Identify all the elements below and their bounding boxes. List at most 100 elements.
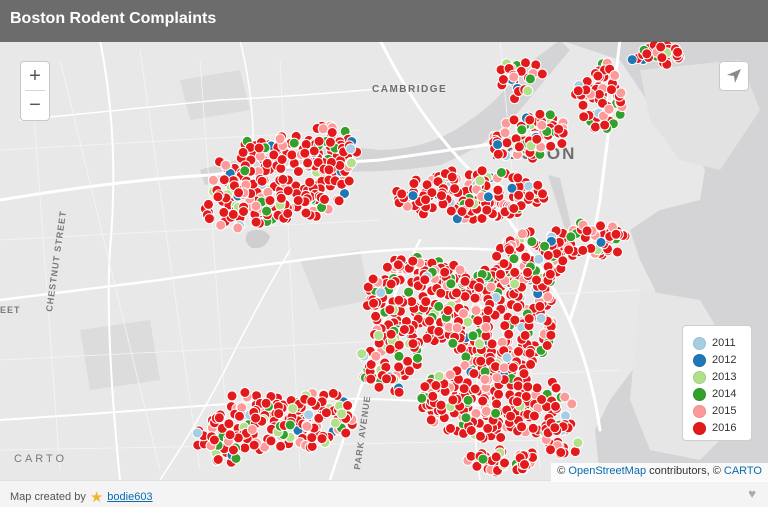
complaint-marker[interactable] xyxy=(577,244,589,256)
complaint-marker[interactable] xyxy=(239,165,251,177)
complaint-marker[interactable] xyxy=(208,434,220,446)
complaint-marker[interactable] xyxy=(203,198,214,210)
heart-icon[interactable]: ♥ xyxy=(748,486,756,501)
complaint-marker[interactable] xyxy=(520,251,532,263)
complaint-marker[interactable] xyxy=(385,278,397,290)
map-canvas[interactable]: CAMBRIDGE BOSTON CHESTNUT STREET EET PAR… xyxy=(0,0,768,480)
complaint-marker[interactable] xyxy=(656,52,668,64)
complaint-marker[interactable] xyxy=(501,352,513,364)
complaint-marker[interactable] xyxy=(232,222,244,234)
complaint-marker[interactable] xyxy=(577,99,589,111)
complaint-marker[interactable] xyxy=(524,114,536,126)
complaint-marker[interactable] xyxy=(215,219,227,231)
carto-logo[interactable]: CARTO xyxy=(14,453,67,465)
complaint-marker[interactable] xyxy=(477,453,489,465)
complaint-marker[interactable] xyxy=(465,425,477,436)
complaint-marker[interactable] xyxy=(276,154,288,165)
complaint-marker[interactable] xyxy=(384,343,396,355)
complaint-marker[interactable] xyxy=(485,281,497,293)
complaint-marker[interactable] xyxy=(300,207,312,219)
complaint-marker[interactable] xyxy=(238,206,249,217)
complaint-marker[interactable] xyxy=(486,338,498,350)
complaint-marker[interactable] xyxy=(403,286,415,298)
complaint-marker[interactable] xyxy=(482,305,494,316)
complaint-marker[interactable] xyxy=(526,236,538,248)
complaint-marker[interactable] xyxy=(329,417,341,429)
complaint-marker[interactable] xyxy=(512,301,523,313)
complaint-marker[interactable] xyxy=(449,183,461,195)
complaint-marker[interactable] xyxy=(408,178,420,189)
complaint-marker[interactable] xyxy=(273,408,285,420)
complaint-marker[interactable] xyxy=(433,325,445,337)
complaint-marker[interactable] xyxy=(535,312,547,324)
complaint-marker[interactable] xyxy=(407,190,419,202)
complaint-marker[interactable] xyxy=(346,157,357,169)
complaint-marker[interactable] xyxy=(476,165,488,177)
complaint-marker[interactable] xyxy=(433,370,445,382)
complaint-marker[interactable] xyxy=(286,149,298,161)
complaint-marker[interactable] xyxy=(615,87,627,99)
complaint-marker[interactable] xyxy=(323,164,335,176)
complaint-marker[interactable] xyxy=(492,148,504,160)
complaint-marker[interactable] xyxy=(603,103,615,115)
complaint-marker[interactable] xyxy=(275,162,287,174)
complaint-marker[interactable] xyxy=(265,435,277,447)
complaint-marker[interactable] xyxy=(445,278,457,290)
complaint-marker[interactable] xyxy=(456,206,468,217)
complaint-marker[interactable] xyxy=(491,372,503,384)
complaint-marker[interactable] xyxy=(556,138,568,149)
complaint-marker[interactable] xyxy=(516,228,528,240)
complaint-marker[interactable] xyxy=(333,195,345,207)
complaint-marker[interactable] xyxy=(509,266,521,278)
locate-button[interactable] xyxy=(719,61,749,91)
complaint-marker[interactable] xyxy=(393,339,405,351)
complaint-marker[interactable] xyxy=(303,409,315,421)
complaint-marker[interactable] xyxy=(451,322,463,334)
complaint-marker[interactable] xyxy=(532,179,544,191)
complaint-marker[interactable] xyxy=(528,410,540,422)
complaint-marker[interactable] xyxy=(534,300,546,312)
complaint-marker[interactable] xyxy=(313,135,325,147)
complaint-marker[interactable] xyxy=(525,358,537,370)
complaint-marker[interactable] xyxy=(542,249,554,261)
complaint-marker[interactable] xyxy=(239,442,251,454)
complaint-marker[interactable] xyxy=(250,200,262,212)
complaint-marker[interactable] xyxy=(490,407,502,419)
complaint-marker[interactable] xyxy=(373,330,385,341)
complaint-marker[interactable] xyxy=(519,459,530,470)
complaint-marker[interactable] xyxy=(479,374,491,385)
complaint-marker[interactable] xyxy=(460,412,472,424)
complaint-marker[interactable] xyxy=(336,408,348,420)
complaint-marker[interactable] xyxy=(550,400,561,412)
complaint-marker[interactable] xyxy=(436,190,447,202)
complaint-marker[interactable] xyxy=(367,273,379,285)
complaint-marker[interactable] xyxy=(475,430,486,442)
complaint-marker[interactable] xyxy=(327,387,339,399)
complaint-marker[interactable] xyxy=(544,109,556,121)
complaint-marker[interactable] xyxy=(524,347,536,359)
complaint-marker[interactable] xyxy=(340,427,352,439)
complaint-marker[interactable] xyxy=(563,244,575,256)
complaint-marker[interactable] xyxy=(218,174,230,186)
complaint-marker[interactable] xyxy=(559,391,571,403)
complaint-marker[interactable] xyxy=(365,373,377,385)
complaint-marker[interactable] xyxy=(282,185,294,197)
complaint-marker[interactable] xyxy=(292,166,304,177)
complaint-marker[interactable] xyxy=(304,176,316,188)
complaint-marker[interactable] xyxy=(370,310,382,322)
complaint-marker[interactable] xyxy=(463,197,475,209)
complaint-marker[interactable] xyxy=(250,216,262,228)
complaint-marker[interactable] xyxy=(444,369,456,381)
complaint-marker[interactable] xyxy=(274,133,286,145)
complaint-marker[interactable] xyxy=(544,268,556,280)
complaint-marker[interactable] xyxy=(512,172,524,184)
complaint-marker[interactable] xyxy=(531,382,543,394)
complaint-marker[interactable] xyxy=(512,380,524,392)
complaint-marker[interactable] xyxy=(482,191,494,203)
complaint-marker[interactable] xyxy=(470,305,482,316)
complaint-marker[interactable] xyxy=(499,127,511,139)
complaint-marker[interactable] xyxy=(599,119,611,131)
complaint-marker[interactable] xyxy=(482,422,494,434)
complaint-marker[interactable] xyxy=(474,338,485,350)
complaint-marker[interactable] xyxy=(468,368,480,379)
